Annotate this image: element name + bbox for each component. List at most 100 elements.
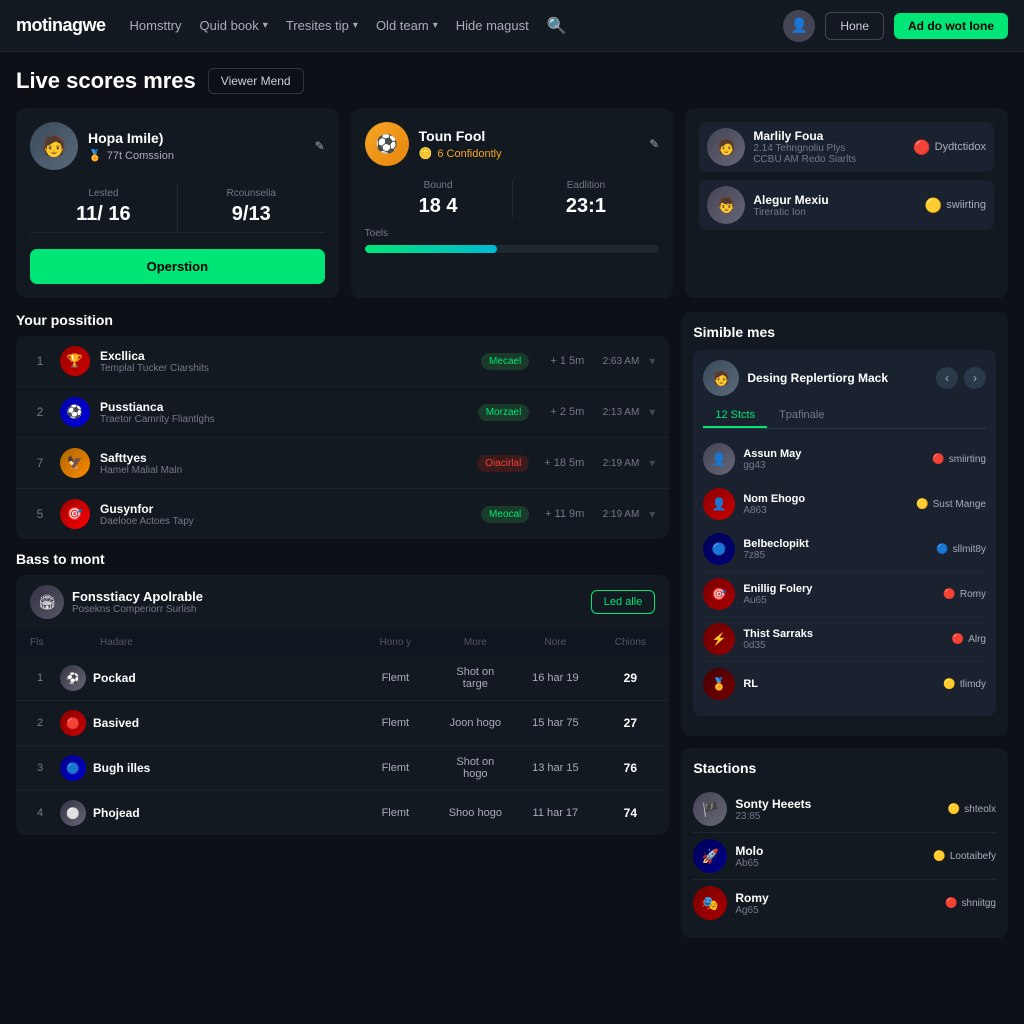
similar-inner-card: 🧑 Desing Replertiorg Mack ‹ › 12 Stcts T… xyxy=(693,350,996,716)
match-header: ⚽ Toun Fool 🪙 6 Confidontly ✎ xyxy=(365,122,660,166)
pos-row-4: 5 🎯 Gusynfor Daelooe Actoes Tapy Meocal … xyxy=(16,489,669,539)
station-row: 🎭 Romy Ag65 🔴 shniitgg xyxy=(693,880,996,926)
pos-badge: Mecael xyxy=(481,353,529,370)
pos-change: + 2 5m xyxy=(539,406,584,418)
nav-link-tresites[interactable]: Tresites tip ▾ xyxy=(286,18,358,33)
home-button[interactable]: Hone xyxy=(825,12,884,40)
station-avatar: 🚀 xyxy=(693,839,727,873)
badge-icon: 🔴 xyxy=(943,589,955,600)
station-avatar: 🏴 xyxy=(693,792,727,826)
sim-player-badge: 🔴 smiirting xyxy=(932,454,986,465)
badge-icon-2: 🟡 xyxy=(925,197,942,214)
nav-link-oldteam[interactable]: Old team ▾ xyxy=(376,18,438,33)
sim-controls: ‹ › xyxy=(936,367,986,389)
comparison-logo: 🏟 xyxy=(30,585,64,619)
sim-player-info: Nom Ehogo A863 xyxy=(743,493,908,516)
table-row: 3 🔵 Bugh illes Flemt Shot on hogo 13 har… xyxy=(16,746,669,791)
team-logo: 🦅 xyxy=(60,448,90,478)
sim-player-row: 👤 Nom Ehogo A863 🟡 Sust Mange xyxy=(703,482,986,527)
sim-player-avatar: 🔵 xyxy=(703,533,735,565)
sim-next-button[interactable]: › xyxy=(964,367,986,389)
badge-icon: 🔴 xyxy=(932,454,944,465)
tab-tpafinale[interactable]: Tpafinale xyxy=(767,404,836,428)
club-icon: 🏅 xyxy=(88,149,102,162)
station-badge: 🟡 shteolx xyxy=(948,804,996,815)
pos-badge: Morzael xyxy=(478,404,530,421)
progress-bar xyxy=(365,245,660,253)
view-more-button[interactable]: Viewer Mend xyxy=(208,68,304,94)
sim-player-avatar: ⚡ xyxy=(703,623,735,655)
team-info: Gusynfor Daelooe Actoes Tapy xyxy=(100,502,471,527)
team-cell: ⚪ Phojead xyxy=(60,800,345,826)
add-button[interactable]: Ad do wot Ione xyxy=(894,13,1008,39)
avatar: 👤 xyxy=(783,10,815,42)
nav-links: Homsttry Quid book ▾ Tresites tip ▾ Old … xyxy=(130,16,760,36)
player-avatar: 🧑 xyxy=(30,122,78,170)
badge-icon: 🔴 xyxy=(952,634,964,645)
pos-num: 2 xyxy=(30,405,50,419)
sim-player-avatar: 👤 xyxy=(703,443,735,475)
nav-link-quidbook[interactable]: Quid book ▾ xyxy=(200,18,268,33)
search-icon[interactable]: 🔍 xyxy=(547,16,567,36)
player-info-2: Alegur Mexiu Tireratic Ion xyxy=(753,193,916,218)
player-info-1: Marlily Foua 2.14 Tehngnoliu Plys CCBU A… xyxy=(753,129,905,165)
sim-player-badge: 🟡 Sust Mange xyxy=(916,499,986,510)
edit-icon[interactable]: ✎ xyxy=(315,139,325,153)
nav-right: 👤 Hone Ad do wot Ione xyxy=(783,10,1008,42)
team-logo: 🔵 xyxy=(60,755,86,781)
tab-12stcts[interactable]: 12 Stcts xyxy=(703,404,767,428)
sim-player-row: 👤 Assun May gg43 🔴 smiirting xyxy=(703,437,986,482)
nav-link-hidemagust[interactable]: Hide magust xyxy=(456,18,529,33)
badge-icon: 🔵 xyxy=(936,544,948,555)
sim-avatar: 🧑 xyxy=(703,360,739,396)
similar-card: Simible mes 🧑 Desing Replertiorg Mack ‹ … xyxy=(681,312,1008,736)
player-avatar-1: 🧑 xyxy=(707,128,745,166)
load-all-button[interactable]: Led alle xyxy=(591,590,656,614)
top-cards-row: 🧑 Hopa Imile) 🏅 77t Comssion ✎ Lested 11… xyxy=(16,108,1008,298)
sim-player-info: Assun May gg43 xyxy=(743,448,924,471)
sim-prev-button[interactable]: ‹ xyxy=(936,367,958,389)
odds-edition: Eadlition 23:1 xyxy=(512,180,660,218)
edit-icon[interactable]: ✎ xyxy=(649,137,659,151)
sim-tabs: 12 Stcts Tpafinale xyxy=(703,404,986,429)
pos-badge-red: Oiacirlal xyxy=(477,455,529,472)
pos-time: 2:13 AM xyxy=(594,407,639,418)
right-player-row-1: 🧑 Marlily Foua 2.14 Tehngnoliu Plys CCBU… xyxy=(699,122,994,172)
player-name: Hopa Imile) xyxy=(88,130,305,146)
pos-row-3: 7 🦅 Safttyes Hamel Malial Maln Oiacirlal… xyxy=(16,438,669,489)
pos-change: + 11 9m xyxy=(539,508,584,520)
chevron-down-icon[interactable]: ▾ xyxy=(649,456,655,470)
chevron-down-icon[interactable]: ▾ xyxy=(649,354,655,368)
sim-player-info: Thist Sarraks 0d35 xyxy=(743,628,943,651)
pos-time: 2:19 AM xyxy=(594,509,639,520)
sim-player-badge: 🔴 Romy xyxy=(943,589,986,600)
nav-link-home[interactable]: Homsttry xyxy=(130,18,182,33)
sim-player-badge: 🟡 tlimdy xyxy=(943,679,986,690)
comparison-table-body: 1 ⚽ Pockad Flemt Shot on targe 16 har 19… xyxy=(16,656,669,835)
operstion-button[interactable]: Operstion xyxy=(30,249,325,284)
main-content: Live scores mres Viewer Mend 🧑 Hopa Imil… xyxy=(0,52,1024,954)
comparison-info: Fonsstiacy Apolrable Posekns Comperiorr … xyxy=(72,589,203,615)
stations-card: Stactions 🏴 Sonty Heeets 23:85 🟡 shteolx… xyxy=(681,748,1008,938)
position-title: Your possition xyxy=(16,312,669,328)
pos-num: 5 xyxy=(30,507,50,521)
player-header: 🧑 Hopa Imile) 🏅 77t Comssion ✎ xyxy=(30,122,325,170)
sim-player-info: Enillig Folery Au65 xyxy=(743,583,935,606)
match-meta: 🪙 6 Confidontly xyxy=(419,147,640,160)
sim-player-avatar: 👤 xyxy=(703,488,735,520)
station-badge: 🔴 shniitgg xyxy=(945,898,996,909)
player-stats-card: 🧑 Hopa Imile) 🏅 77t Comssion ✎ Lested 11… xyxy=(16,108,339,298)
station-avatar: 🎭 xyxy=(693,886,727,920)
player-badge-2: 🟡 swiirting xyxy=(925,197,986,214)
coin-icon: 🪙 xyxy=(419,147,433,160)
sim-player-row: ⚡ Thist Sarraks 0d35 🔴 Alrg xyxy=(703,617,986,662)
sim-name: Desing Replertiorg Mack xyxy=(747,371,888,385)
chevron-down-icon[interactable]: ▾ xyxy=(649,405,655,419)
table-row: 4 ⚪ Phojead Flemt Shoo hogo 11 har 17 74 xyxy=(16,791,669,835)
station-row: 🏴 Sonty Heeets 23:85 🟡 shteolx xyxy=(693,786,996,833)
chevron-down-icon[interactable]: ▾ xyxy=(649,507,655,521)
team-cell: ⚽ Pockad xyxy=(60,665,345,691)
comparison-header[interactable]: 🏟 Fonsstiacy Apolrable Posekns Comperior… xyxy=(16,575,669,629)
left-col: Your possition 1 🏆 Excllica Templal Tuck… xyxy=(16,312,669,938)
page-title: Live scores mres xyxy=(16,68,196,94)
